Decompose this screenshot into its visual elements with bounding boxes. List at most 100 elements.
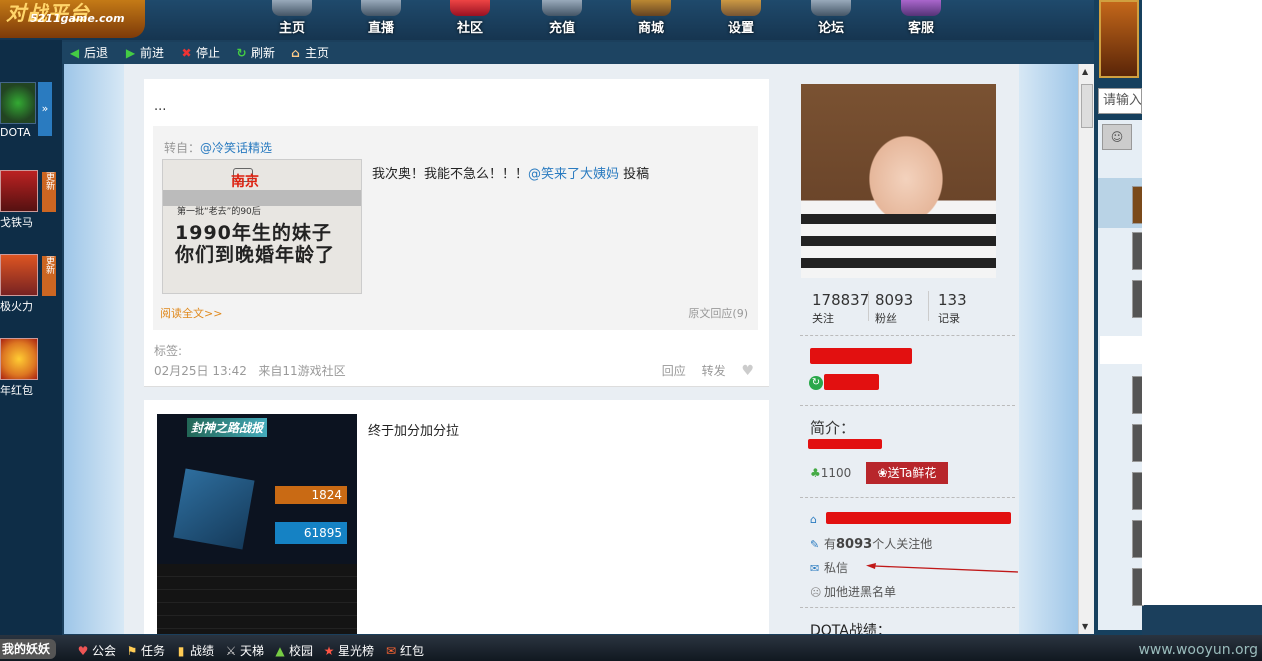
profile-panel: 178837 关注 8093 粉丝 133 记录 ↻ 简介： ♣1100 ❀送Ta鲜花… <box>800 79 1020 634</box>
post-card: ... 转自：@冷笑话精选 南京 第一批“老去”的90后 1990年生的妹子 你… <box>144 79 769 387</box>
redpacket-icon <box>0 338 38 380</box>
stats-icon: ▮ <box>177 644 185 658</box>
forum-icon <box>811 0 851 16</box>
post-actions: 回应 转发 ♥ <box>650 362 754 379</box>
heart-icon[interactable]: ♥ <box>741 363 754 379</box>
ladder-button[interactable]: ⚔ 天梯 <box>224 642 264 659</box>
star-icon: ★ <box>323 644 335 658</box>
reply-link[interactable]: 回应 <box>662 364 686 378</box>
original-reply-link[interactable]: 原文回应(9) <box>688 305 748 321</box>
nav-settings[interactable]: 设置 <box>711 0 771 36</box>
followers-row: ✎ 有8093个人关注他 <box>810 537 933 552</box>
forward-button[interactable]: ▶ 前进 <box>124 45 164 61</box>
nav-shop[interactable]: 商城 <box>621 0 681 36</box>
game-sidebar: DOTA » 戈铁马 更新 极火力 更新 年红包 <box>0 40 62 635</box>
user-icon[interactable]: ☺ <box>1102 124 1132 150</box>
flower-count: ♣1100 <box>810 466 852 480</box>
redacted-level <box>824 374 879 390</box>
update-badge: 更新 <box>42 172 56 212</box>
radar-chart-graphic <box>173 468 255 550</box>
redpacket-icon: ✉ <box>385 644 397 658</box>
home-icon: ⌂ <box>810 513 817 526</box>
flower-icon: ❀ <box>877 466 888 480</box>
repost-user-link[interactable]: @冷笑话精选 <box>200 141 272 155</box>
mention-link[interactable]: @笑来了大姨妈 <box>528 167 619 182</box>
tv-icon <box>361 0 401 16</box>
user-avatar[interactable] <box>1099 0 1139 78</box>
forward-link[interactable]: 转发 <box>702 364 726 378</box>
scroll-thumb[interactable] <box>1081 84 1093 128</box>
stat-fans[interactable]: 8093 粉丝 <box>875 291 913 326</box>
logo-url: 5211game.com <box>30 12 125 25</box>
ladder-icon: ⚔ <box>225 644 237 658</box>
platform-logo[interactable]: 对战平台 5211game.com <box>0 0 145 38</box>
my-profile-button[interactable]: 我的妖妖 <box>0 639 56 659</box>
block-icon: ☹ <box>810 586 822 599</box>
guild-button[interactable]: ♥ 公会 <box>76 642 116 659</box>
watermark: www.wooyun.org <box>1138 642 1258 658</box>
nav-live[interactable]: 直播 <box>351 0 411 36</box>
stop-button[interactable]: ✖ 停止 <box>180 45 220 61</box>
campus-icon: ▲ <box>275 644 285 658</box>
bottom-bar: 我的妖妖 ♥ 公会 ⚑ 任务 ▮ 战绩 ⚔ 天梯 ▲ 校园 ★ 星光榜 ✉ 红包 www.wo… <box>0 635 1262 661</box>
friend-list[interactable]: ☺ <box>1098 120 1144 630</box>
news-image[interactable]: 南京 第一批“老去”的90后 1990年生的妹子 你们到晚婚年龄了 <box>162 159 362 294</box>
post-card: 封神之路战报 1824 61895 终于加分加分拉 <box>144 400 769 634</box>
profile-avatar[interactable] <box>801 84 996 278</box>
stats-table-graphic <box>157 564 357 634</box>
game-cover-icon <box>0 254 38 296</box>
stats-button[interactable]: ▮ 战绩 <box>174 642 214 659</box>
homepage-row[interactable]: ⌂ <box>810 512 1011 526</box>
scroll-up-icon[interactable]: ▲ <box>1082 67 1088 76</box>
game-tieme[interactable]: 戈铁马 更新 <box>0 170 60 230</box>
task-button[interactable]: ⚑ 任务 <box>125 642 165 659</box>
top-nav-bar: 对战平台 5211game.com 主页 直播 社区 充值 商城 设置 论坛 客… <box>0 0 1100 40</box>
tags-label: 标签: <box>154 344 183 358</box>
game-redpacket[interactable]: 年红包 <box>0 338 60 398</box>
search-input[interactable]: 请输入 <box>1098 88 1142 114</box>
redacted-intro <box>808 439 882 449</box>
blank-area <box>1142 0 1262 605</box>
game-huoli[interactable]: 极火力 更新 <box>0 254 60 314</box>
right-panel: 请输入 ☺ <box>1094 0 1144 635</box>
nav-community[interactable]: 社区 <box>440 0 500 36</box>
refresh-button[interactable]: ↻ 刷新 <box>235 45 275 61</box>
blacklist-link[interactable]: ☹ 加他进黑名单 <box>810 583 896 600</box>
nav-support[interactable]: 客服 <box>891 0 951 36</box>
campus-button[interactable]: ▲ 校园 <box>273 642 313 659</box>
expand-toggle[interactable]: » <box>38 82 52 136</box>
game-report-image[interactable]: 封神之路战报 1824 61895 <box>157 414 357 634</box>
mail-icon: ✉ <box>810 562 820 575</box>
private-message-link[interactable]: ✉ 私信 <box>810 559 848 576</box>
redpacket-button[interactable]: ✉ 红包 <box>384 642 424 659</box>
shop-icon <box>631 0 671 16</box>
stat-following[interactable]: 178837 关注 <box>812 291 869 326</box>
nav-recharge[interactable]: 充值 <box>532 0 592 36</box>
home-button[interactable]: ⌂ 主页 <box>289 45 329 61</box>
post-meta: 02月25日 13:42 来自11游戏社区 <box>154 364 346 378</box>
repost-box: 转自：@冷笑话精选 南京 第一批“老去”的90后 1990年生的妹子 你们到晚婚… <box>153 126 758 330</box>
read-all-link[interactable]: 阅读全文>> <box>160 305 222 321</box>
back-button[interactable]: ◀ 后退 <box>68 45 108 61</box>
repost-text: 我次奥！我能不急么！！！@笑来了大姨妈 投稿 <box>372 167 650 182</box>
home-icon <box>272 0 312 16</box>
refresh-icon: ↻ <box>236 46 247 60</box>
annotation-arrow <box>866 563 1019 573</box>
send-flower-button[interactable]: ❀送Ta鲜花 <box>866 462 948 484</box>
support-icon <box>901 0 941 16</box>
post-text: ... <box>154 99 167 114</box>
nav-home[interactable]: 主页 <box>262 0 322 36</box>
forward-arrow-icon: ▶ <box>125 46 136 60</box>
intro-label: 简介： <box>810 419 856 437</box>
starlight-button[interactable]: ★ 星光榜 <box>322 642 374 659</box>
vertical-scrollbar[interactable]: ▲ ▼ <box>1078 64 1094 634</box>
guild-icon: ♥ <box>77 644 89 658</box>
repost-source: 转自：@冷笑话精选 <box>164 141 273 155</box>
stat-records[interactable]: 133 记录 <box>938 291 967 326</box>
edit-icon: ✎ <box>810 538 820 551</box>
update-badge: 更新 <box>42 256 56 296</box>
nav-forum[interactable]: 论坛 <box>801 0 861 36</box>
home-icon: ⌂ <box>291 46 300 60</box>
stop-icon: ✖ <box>181 46 192 60</box>
scroll-down-icon[interactable]: ▼ <box>1082 622 1088 631</box>
